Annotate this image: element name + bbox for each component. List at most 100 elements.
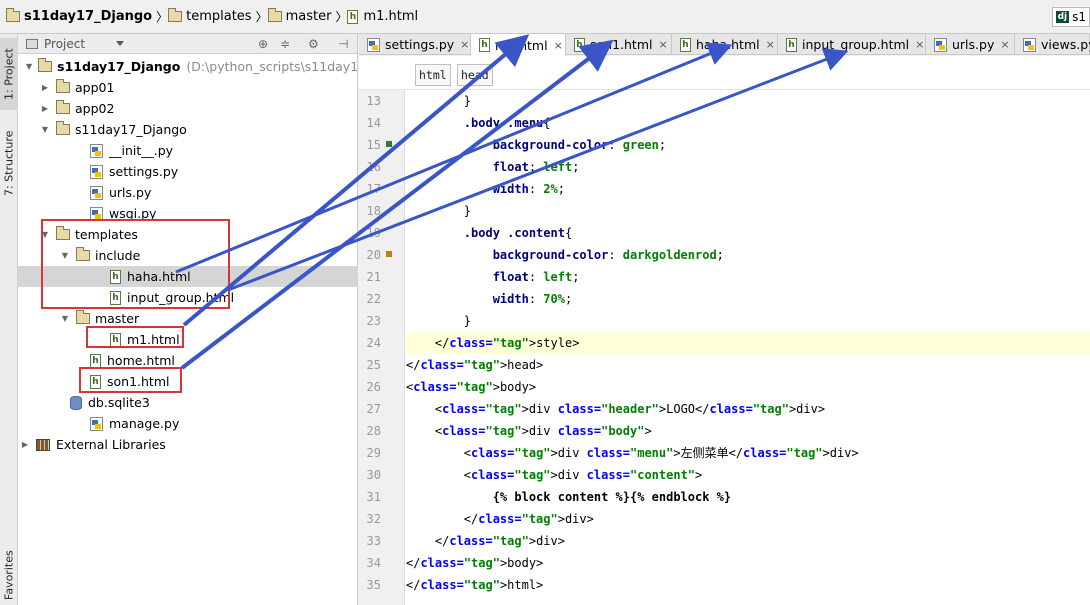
breadcrumb-templates[interactable]: templates [168,6,255,28]
code-area[interactable]: } .body .menu{ background-color: green; … [406,90,1090,605]
chevron-down-icon[interactable]: ▼ [60,314,70,323]
code-line[interactable]: </class="tag">head> [406,354,1090,376]
tree-item[interactable]: __init__.py [18,140,358,161]
editor-tab[interactable]: h son1.html × [566,34,672,55]
code-line[interactable]: {% block content %}{% endblock %} [406,486,1090,508]
editor-tab-label: settings.py [385,37,455,52]
tag-chip-html[interactable]: html [415,64,451,86]
chevron-down-icon[interactable] [116,41,124,46]
tree-item[interactable]: wsgi.py [18,203,358,224]
tree-item[interactable]: ▼ templates [18,224,358,245]
editor-tab-label: son1.html [590,37,653,52]
close-icon[interactable]: × [554,39,563,52]
html-file-icon: h [110,332,121,347]
editor-tab-label: views.py [1041,37,1090,52]
html-file-icon: h [786,37,797,52]
collapse-all-icon[interactable]: ≑ [280,37,290,51]
editor-tab[interactable]: views.py [1015,34,1090,55]
tree-item-label: urls.py [109,185,152,200]
tree-item[interactable]: ▼ s11day17_Django (D:\python_scripts\s11da… [18,56,393,77]
tree-item[interactable]: ▼ master [18,308,358,329]
chevron-down-icon[interactable]: ▼ [60,251,70,260]
editor-tab[interactable]: urls.py × [926,34,1015,55]
chevron-down-icon[interactable]: ▼ [26,62,32,71]
html-file-icon: h [90,374,101,389]
chevron-down-icon[interactable]: ▼ [40,125,50,134]
line-number: 27 [366,402,381,416]
tree-item-label: manage.py [109,416,180,431]
gear-icon[interactable]: ⚙ [308,37,319,51]
code-line[interactable]: .body .menu{ [406,112,1090,134]
folder-icon [56,121,70,135]
close-icon[interactable]: × [460,38,469,51]
code-line[interactable]: } [406,90,1090,112]
code-line[interactable]: <class="tag">body> [406,376,1090,398]
tree-item[interactable]: manage.py [18,413,358,434]
hide-panel-icon[interactable]: ⊣ [338,37,348,51]
chevron-right-icon[interactable]: ▶ [40,104,50,113]
django-run-config[interactable]: dj s1 [1051,7,1090,27]
code-line[interactable]: .body .content{ [406,222,1090,244]
code-line[interactable]: </class="tag">style> [406,332,1090,354]
tree-item[interactable]: ▶ app02 [18,98,358,119]
python-file-icon [367,37,380,52]
code-line[interactable]: <class="tag">div class="menu">左侧菜单</clas… [406,442,1090,464]
code-line[interactable]: <class="tag">div class="body"> [406,420,1090,442]
tree-item[interactable]: urls.py [18,182,358,203]
breadcrumb-master[interactable]: master [267,6,336,28]
code-line[interactable]: } [406,200,1090,222]
chevron-right-icon[interactable]: ▶ [40,83,50,92]
tree-item[interactable]: ▼ s11day17_Django [18,119,358,140]
breadcrumb-separator: 〉 [255,10,268,24]
tag-chip-head[interactable]: head [457,64,493,86]
close-icon[interactable]: × [658,38,667,51]
tree-item[interactable]: h son1.html [18,371,358,392]
tab-project[interactable]: 1: Project [0,38,18,110]
line-number: 19 [366,226,381,240]
tree-item[interactable]: h haha.html [18,266,358,287]
code-line[interactable]: background-color: darkgoldenrod; [406,244,1090,266]
close-icon[interactable]: × [915,38,924,51]
code-line[interactable]: <class="tag">div class="header">LOGO</cl… [406,398,1090,420]
code-line[interactable]: width: 2%; [406,178,1090,200]
chevron-down-icon[interactable]: ▼ [40,230,50,239]
tree-item[interactable]: ▶ app01 [18,77,358,98]
tree-item[interactable]: db.sqlite3 [18,392,358,413]
code-line[interactable]: </class="tag">html> [406,574,1090,596]
tab-structure[interactable]: 7: Structure [0,124,18,202]
line-number: 16 [366,160,381,174]
breadcrumb-file[interactable]: h m1.html [347,6,422,28]
code-line[interactable]: </class="tag">div> [406,508,1090,530]
close-icon[interactable]: × [1000,38,1009,51]
code-editor[interactable]: html head 13 14 15 16 17 18 19 20 21 22 23 24 25 26 27… [359,56,1090,605]
editor-tab[interactable]: h input_group.html × [778,34,926,55]
code-line[interactable]: </class="tag">div> [406,530,1090,552]
code-line[interactable]: background-color: green; [406,134,1090,156]
line-number: 20 [366,248,381,262]
tree-item[interactable]: ▼ include [18,245,358,266]
code-line[interactable]: float: left; [406,156,1090,178]
line-number: 14 [366,116,381,130]
editor-tab[interactable]: settings.py × [359,34,471,55]
tree-item-label: External Libraries [56,437,166,452]
tree-item[interactable]: h input_group.html [18,287,358,308]
breadcrumb-project[interactable]: s11day17_Django [6,6,156,28]
code-line[interactable]: <class="tag">div class="content"> [406,464,1090,486]
close-icon[interactable]: × [766,38,775,51]
project-view-selector[interactable]: Project [44,37,85,51]
tree-item[interactable]: h home.html [18,350,358,371]
editor-tab[interactable]: h haha.html × [672,34,778,55]
code-line[interactable]: width: 70%; [406,288,1090,310]
tab-favorites[interactable]: Favorites [0,546,18,604]
tree-item-label: s11day17_Django [57,59,181,74]
tree-item[interactable]: h m1.html [18,329,358,350]
sync-icon[interactable]: ⊕ [258,37,268,51]
editor-tab[interactable]: h m1.html × [471,34,566,56]
code-line[interactable]: </class="tag">body> [406,552,1090,574]
tree-item[interactable]: settings.py [18,161,358,182]
chevron-right-icon[interactable]: ▶ [20,440,30,449]
folder-icon [56,79,70,93]
code-line[interactable]: float: left; [406,266,1090,288]
tree-item[interactable]: ▶ External Libraries [18,434,358,455]
code-line[interactable]: } [406,310,1090,332]
